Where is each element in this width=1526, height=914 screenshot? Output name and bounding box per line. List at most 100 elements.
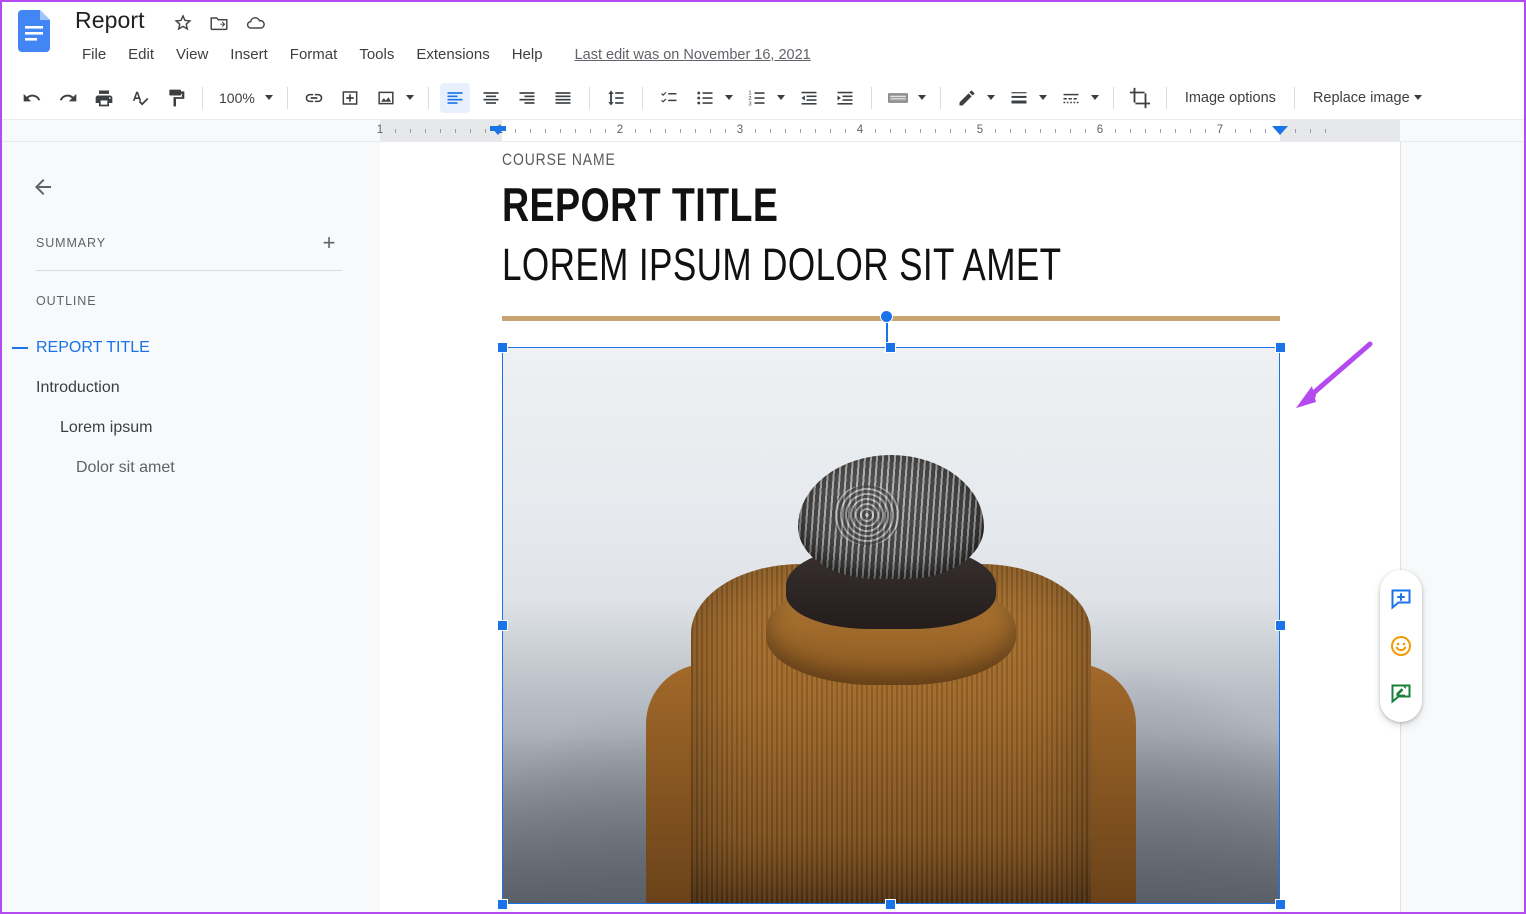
menu-item-format[interactable]: Format [280, 42, 348, 67]
ruler-tick [1250, 129, 1251, 133]
border-color-swatch-icon[interactable] [883, 83, 913, 113]
checklist-icon[interactable] [654, 83, 684, 113]
image-options-button[interactable]: Image options [1175, 84, 1286, 112]
menu-item-help[interactable]: Help [502, 42, 553, 67]
insert-image-icon[interactable] [371, 83, 401, 113]
bulleted-list-icon[interactable] [690, 83, 720, 113]
suggest-edit-icon[interactable] [1386, 678, 1416, 708]
border-color-dropdown-caret[interactable] [914, 83, 930, 113]
ruler-tick [1310, 129, 1311, 133]
menu-item-insert[interactable]: Insert [220, 42, 278, 67]
side-action-pill [1380, 570, 1422, 722]
ruler[interactable]: 11234567 [2, 120, 1524, 142]
outline-item-list: REPORT TITLE Introduction Lorem ipsum Do… [2, 328, 380, 488]
zoom-value[interactable]: 100% [211, 85, 263, 111]
resize-handle-middle-right[interactable] [1274, 620, 1286, 631]
ruler-tick [1235, 129, 1236, 133]
border-weight-icon[interactable] [1004, 83, 1034, 113]
menu-item-extensions[interactable]: Extensions [406, 42, 499, 67]
resize-handle-middle-left[interactable] [496, 620, 508, 631]
align-right-icon[interactable] [512, 83, 542, 113]
decrease-indent-icon[interactable] [794, 83, 824, 113]
resize-handle-top-left[interactable] [496, 341, 508, 353]
sidebar-item-report-title[interactable]: REPORT TITLE [2, 328, 380, 368]
ruler-number: 1 [376, 124, 384, 136]
menu-item-file[interactable]: File [72, 42, 116, 67]
emoji-reaction-icon[interactable] [1386, 631, 1416, 661]
ruler-tick [530, 129, 531, 133]
align-left-icon[interactable] [439, 82, 470, 113]
resize-handle-bottom-right[interactable] [1274, 898, 1286, 910]
add-comment-icon[interactable] [335, 83, 365, 113]
zoom-dropdown-caret[interactable] [261, 83, 277, 113]
ruler-tick [995, 129, 996, 133]
ruler-tick [1295, 129, 1296, 133]
right-indent-marker[interactable] [1272, 126, 1288, 135]
move-folder-icon[interactable] [208, 12, 230, 34]
paint-format-icon[interactable] [161, 83, 191, 113]
ruler-tick [1175, 129, 1176, 133]
border-dash-icon[interactable] [1056, 83, 1086, 113]
undo-icon[interactable] [17, 83, 47, 113]
star-icon[interactable] [172, 12, 194, 34]
increase-indent-icon[interactable] [830, 83, 860, 113]
sidebar-item-label: Lorem ipsum [60, 419, 153, 436]
resize-handle-top-center[interactable] [885, 341, 896, 353]
cloud-saved-icon[interactable] [245, 12, 267, 34]
sidebar-item-introduction[interactable]: Introduction [2, 368, 380, 408]
ruler-tick [710, 129, 711, 133]
ruler-tick [545, 129, 546, 133]
replace-image-caret-icon [1413, 95, 1422, 100]
insert-image-dropdown-caret[interactable] [402, 83, 418, 113]
left-indent-marker[interactable] [490, 126, 506, 135]
numbered-list-icon[interactable]: 123 [742, 83, 772, 113]
add-summary-button[interactable]: + [316, 230, 342, 256]
replace-image-button[interactable]: Replace image [1303, 84, 1432, 112]
ruler-tick [1025, 129, 1026, 133]
report-subtitle-heading[interactable]: LOREM IPSUM DOLOR SIT AMET [502, 239, 1061, 291]
document-canvas[interactable]: COURSE NAME REPORT TITLE LOREM IPSUM DOL… [380, 142, 1524, 912]
sidebar-item-dolor-sit-amet[interactable]: Dolor sit amet [2, 448, 380, 488]
toolbar-divider [870, 86, 872, 109]
link-icon[interactable] [299, 83, 329, 113]
menu-item-view[interactable]: View [166, 42, 218, 67]
pencil-dropdown-caret[interactable] [983, 83, 999, 113]
resize-handle-bottom-center[interactable] [885, 898, 896, 910]
ruler-tick [395, 129, 396, 133]
back-arrow-icon[interactable] [26, 170, 60, 204]
border-weight-dropdown-caret[interactable] [1035, 83, 1051, 113]
ruler-tick [755, 129, 756, 133]
line-spacing-icon[interactable] [601, 83, 631, 113]
sidebar-item-lorem-ipsum[interactable]: Lorem ipsum [2, 408, 380, 448]
menu-item-tools[interactable]: Tools [349, 42, 404, 67]
outline-label: OUTLINE [36, 294, 97, 308]
selected-document-image[interactable] [502, 347, 1280, 904]
border-dash-dropdown-caret[interactable] [1087, 83, 1103, 113]
course-name-text[interactable]: COURSE NAME [502, 150, 616, 170]
menu-item-edit[interactable]: Edit [118, 42, 164, 67]
spellcheck-icon[interactable] [125, 83, 155, 113]
resize-handle-top-right[interactable] [1274, 341, 1286, 353]
numbered-list-dropdown-caret[interactable] [773, 83, 789, 113]
redo-icon[interactable] [53, 83, 83, 113]
summary-section-header: SUMMARY + [36, 230, 342, 256]
crop-icon[interactable] [1125, 83, 1155, 113]
pencil-icon[interactable] [952, 83, 982, 113]
docs-file-icon[interactable] [18, 10, 50, 52]
document-title[interactable]: Report [75, 7, 145, 34]
document-page[interactable]: COURSE NAME REPORT TITLE LOREM IPSUM DOL… [380, 142, 1400, 912]
last-edit-link[interactable]: Last edit was on November 16, 2021 [575, 47, 811, 63]
toolbar-divider [1165, 86, 1167, 109]
ruler-tick [1130, 129, 1131, 133]
ruler-number: 3 [736, 124, 744, 136]
report-title-heading[interactable]: REPORT TITLE [502, 178, 778, 232]
resize-handle-bottom-left[interactable] [496, 898, 508, 910]
print-icon[interactable] [89, 83, 119, 113]
bulleted-list-dropdown-caret[interactable] [721, 83, 737, 113]
title-bar: Report File Edit View Insert Format Tool… [2, 2, 1524, 76]
toolbar-divider [202, 86, 203, 109]
align-center-icon[interactable] [476, 83, 506, 113]
rotation-handle[interactable] [880, 310, 893, 323]
align-justify-icon[interactable] [548, 83, 578, 113]
add-comment-bubble-icon[interactable] [1386, 584, 1416, 614]
